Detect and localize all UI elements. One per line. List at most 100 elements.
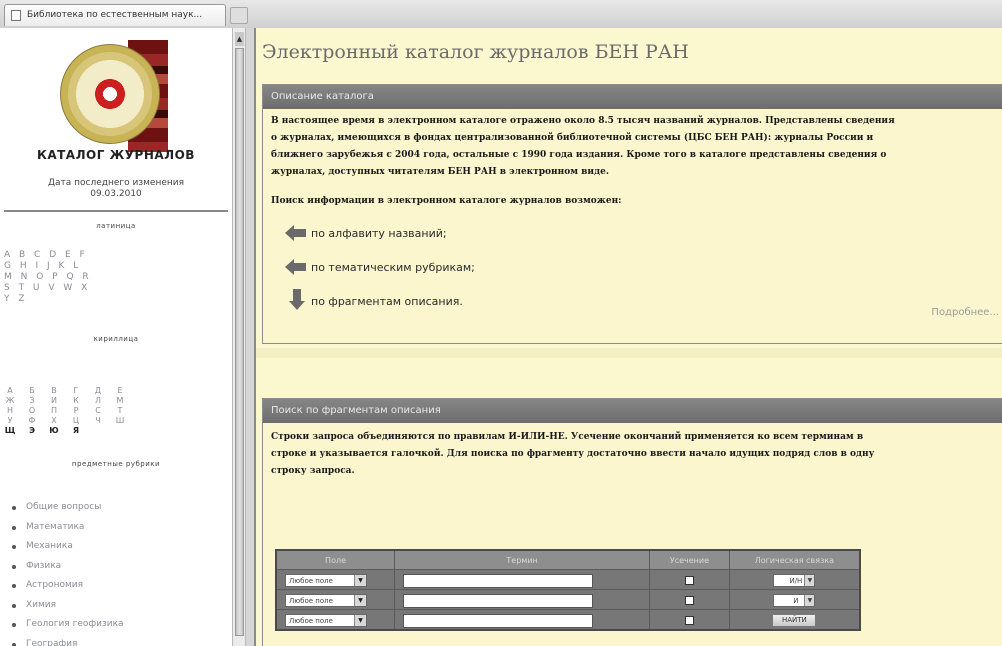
cyrillic-letter[interactable]: У: [4, 416, 16, 426]
cyrillic-letter[interactable]: П: [48, 406, 60, 416]
cyrillic-letter[interactable]: Г: [70, 386, 82, 396]
chevron-down-icon[interactable]: ▼: [354, 595, 366, 606]
chevron-down-icon[interactable]: ▼: [354, 615, 366, 626]
cyrillic-letter[interactable]: Э: [26, 426, 38, 436]
logic-select-value: И: [793, 597, 799, 605]
logic-select[interactable]: И ▼: [773, 594, 816, 607]
cyrillic-letter[interactable]: Т: [114, 406, 126, 416]
cyrillic-letter[interactable]: Ф: [26, 416, 38, 426]
catalog-logo: [60, 40, 168, 152]
frame-splitter[interactable]: [246, 28, 256, 646]
field-select-value: Любое поле: [289, 597, 333, 605]
last-modified: Дата последнего изменения 09.03.2010: [0, 178, 232, 200]
arrow-down-icon: [289, 289, 305, 311]
truncation-cell: [649, 569, 730, 590]
cyrillic-letter[interactable]: М: [114, 396, 126, 406]
cyrillic-letter[interactable]: Я: [70, 426, 82, 436]
cyrillic-letter[interactable]: Е: [114, 386, 126, 396]
cyrillic-letter[interactable]: Б: [26, 386, 38, 396]
field-select-value: Любое поле: [289, 577, 333, 585]
chevron-down-icon[interactable]: ▼: [804, 575, 815, 586]
cyrillic-letter[interactable]: Ч: [92, 416, 104, 426]
cyrillic-letter[interactable]: И: [48, 396, 60, 406]
field-select[interactable]: Любое поле ▼: [285, 594, 367, 607]
latin-label: латиница: [96, 222, 136, 230]
chevron-down-icon[interactable]: ▼: [804, 595, 815, 606]
cyrillic-letter[interactable]: В: [48, 386, 60, 396]
sidebar-scrollbar[interactable]: ▲: [232, 28, 246, 646]
cyrillic-letter[interactable]: Л: [92, 396, 104, 406]
term-input[interactable]: [403, 573, 594, 588]
search-row: Любое поле ▼ И/Н ▼: [276, 569, 861, 590]
cyrillic-label: кириллица: [93, 335, 139, 343]
search-row: Любое поле ▼ И ▼: [276, 589, 861, 610]
field-cell: Любое поле ▼: [276, 589, 396, 610]
nav-alphabet-label[interactable]: по алфавиту названий;: [311, 227, 447, 240]
cyrillic-letter[interactable]: Д: [92, 386, 104, 396]
browser-tab-strip: Библиотека по естественным наук...: [0, 0, 1002, 29]
nav-fragments-label[interactable]: по фрагментам описания.: [311, 295, 463, 308]
divider: [4, 210, 228, 212]
latin-row[interactable]: S T U V W X: [4, 283, 90, 293]
logo-disc-icon: [60, 44, 160, 144]
latin-row[interactable]: M N O P Q R: [4, 272, 92, 282]
latin-row[interactable]: Y Z: [4, 294, 28, 304]
search-panel: Поиск по фрагментам описания Строки запр…: [262, 398, 1002, 646]
new-tab-button[interactable]: [230, 7, 248, 24]
chevron-down-icon[interactable]: ▼: [354, 575, 366, 586]
cyrillic-letter[interactable]: З: [26, 396, 38, 406]
browser-tab[interactable]: Библиотека по естественным наук...: [4, 4, 226, 26]
column-header-term: Термин: [394, 550, 651, 570]
subject-item[interactable]: Геология геофизика: [10, 615, 124, 635]
subject-item[interactable]: География: [10, 635, 124, 646]
last-modified-label: Дата последнего изменения: [47, 178, 185, 188]
term-cell: [394, 589, 651, 610]
cyrillic-letter[interactable]: А: [4, 386, 16, 396]
field-select[interactable]: Любое поле ▼: [285, 574, 367, 587]
cyrillic-letter[interactable]: Щ: [4, 426, 16, 436]
subject-item[interactable]: Физика: [10, 557, 124, 577]
nav-subjects-label[interactable]: по тематическим рубрикам;: [311, 261, 475, 274]
latin-row[interactable]: A B C D E F: [4, 250, 88, 260]
last-modified-date: 09.03.2010: [90, 189, 142, 199]
subject-item[interactable]: Математика: [10, 518, 124, 538]
subject-item[interactable]: Общие вопросы: [10, 498, 124, 518]
cyrillic-letter[interactable]: Ш: [114, 416, 126, 426]
cyrillic-letter[interactable]: Х: [48, 416, 60, 426]
subject-item[interactable]: Механика: [10, 537, 124, 557]
scroll-thumb[interactable]: [235, 48, 244, 636]
cyrillic-letter[interactable]: К: [70, 396, 82, 406]
cyrillic-letter[interactable]: О: [26, 406, 38, 416]
cyrillic-letter[interactable]: Ю: [48, 426, 60, 436]
term-input[interactable]: [403, 593, 594, 608]
search-help-line: строку запроса.: [271, 466, 355, 476]
search-help-line: Строки запроса объединяются по правилам …: [271, 432, 864, 442]
main-content: Электронный каталог журналов БЕН РАН Опи…: [256, 28, 1002, 646]
term-input[interactable]: [403, 613, 594, 628]
truncation-checkbox[interactable]: [684, 576, 694, 585]
cyrillic-letter[interactable]: Н: [4, 406, 16, 416]
field-cell: Любое поле ▼: [276, 569, 396, 590]
subject-item[interactable]: Химия: [10, 596, 124, 616]
column-header-field: Поле: [276, 550, 396, 570]
truncation-cell: [649, 589, 730, 610]
search-intro: Поиск информации в электронном каталоге …: [271, 196, 622, 206]
field-select[interactable]: Любое поле ▼: [285, 614, 367, 627]
search-form-header: Поле Термин Усечение Логическая связка: [276, 550, 861, 570]
logic-select-value: И/Н: [789, 577, 803, 585]
description-panel: Описание каталога В настоящее время в эл…: [262, 84, 1002, 344]
latin-row[interactable]: G H I J K L: [4, 261, 81, 271]
cyrillic-letter[interactable]: Р: [70, 406, 82, 416]
truncation-checkbox[interactable]: [684, 596, 694, 605]
cyrillic-letter[interactable]: Ж: [4, 396, 16, 406]
more-link[interactable]: Подробнее...: [931, 307, 999, 318]
cyrillic-letter[interactable]: Ц: [70, 416, 82, 426]
subject-item[interactable]: Астрономия: [10, 576, 124, 596]
cyrillic-letter[interactable]: С: [92, 406, 104, 416]
scroll-up-icon[interactable]: ▲: [235, 32, 244, 46]
page-title: Электронный каталог журналов БЕН РАН: [262, 41, 689, 63]
truncation-checkbox[interactable]: [684, 616, 694, 625]
term-cell: [394, 569, 651, 590]
find-button[interactable]: НАЙТИ: [772, 614, 817, 627]
logic-select[interactable]: И/Н ▼: [773, 574, 816, 587]
